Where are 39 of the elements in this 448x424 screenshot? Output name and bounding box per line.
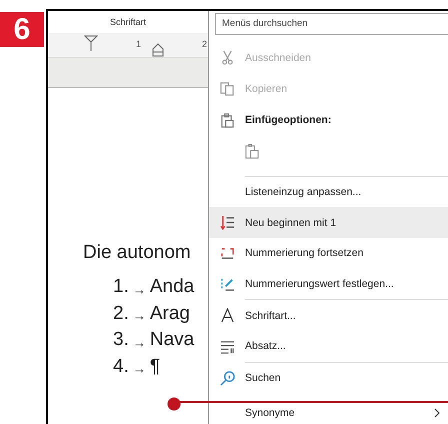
menu-item[interactable]: Nummerierungswert festlegen... [209,268,448,300]
search-field[interactable]: Menüs durchsuchen [215,13,448,35]
tab-mark: → [132,334,146,350]
menu-item[interactable]: Nummerierung fortsetzen [209,238,448,269]
list-value-icon [220,276,234,292]
clipboard-icon [220,112,234,128]
list-text: ¶ [150,356,160,378]
list-number: 1. [113,276,129,299]
step-badge: 6 [0,12,44,47]
paragraph-icon [220,338,234,354]
menu-item[interactable]: Suchen [209,362,448,394]
paste-icon [245,144,260,160]
search-icon [220,370,234,386]
tab-mark: → [132,361,146,376]
list-text: Arag [150,302,190,326]
scissors-icon [220,50,234,66]
group-title: Schriftart [108,16,147,29]
hanging-indent-icon [152,43,164,57]
list-restart-icon [220,215,234,230]
document-text: Die autonom [83,242,192,264]
menu-item[interactable]: Listeneinzug anpassen... [209,176,448,208]
tab-mark: → [132,308,146,324]
copy-icon [220,81,234,96]
list-continue-icon [220,246,234,261]
list-number: 2. [113,302,129,326]
menu-item[interactable]: Schriftart... [209,300,448,332]
indent-marker-icon [84,35,98,53]
ruler-number: 1 [136,39,142,49]
list-number: 4. [113,356,129,378]
list-text: Anda [150,276,194,299]
menu-item[interactable]: Synonyme [209,401,448,424]
menu-item[interactable]: Absatz... [209,331,448,362]
section-header: Einfügeoptionen: [245,114,332,126]
tab-mark: → [132,282,146,297]
font-icon [220,308,234,324]
list-text: Nava [150,329,194,352]
ruler-number: 2 [202,39,208,49]
menu-item[interactable]: Neu beginnen mit 1 [209,207,448,238]
list-number: 3. [113,329,129,352]
